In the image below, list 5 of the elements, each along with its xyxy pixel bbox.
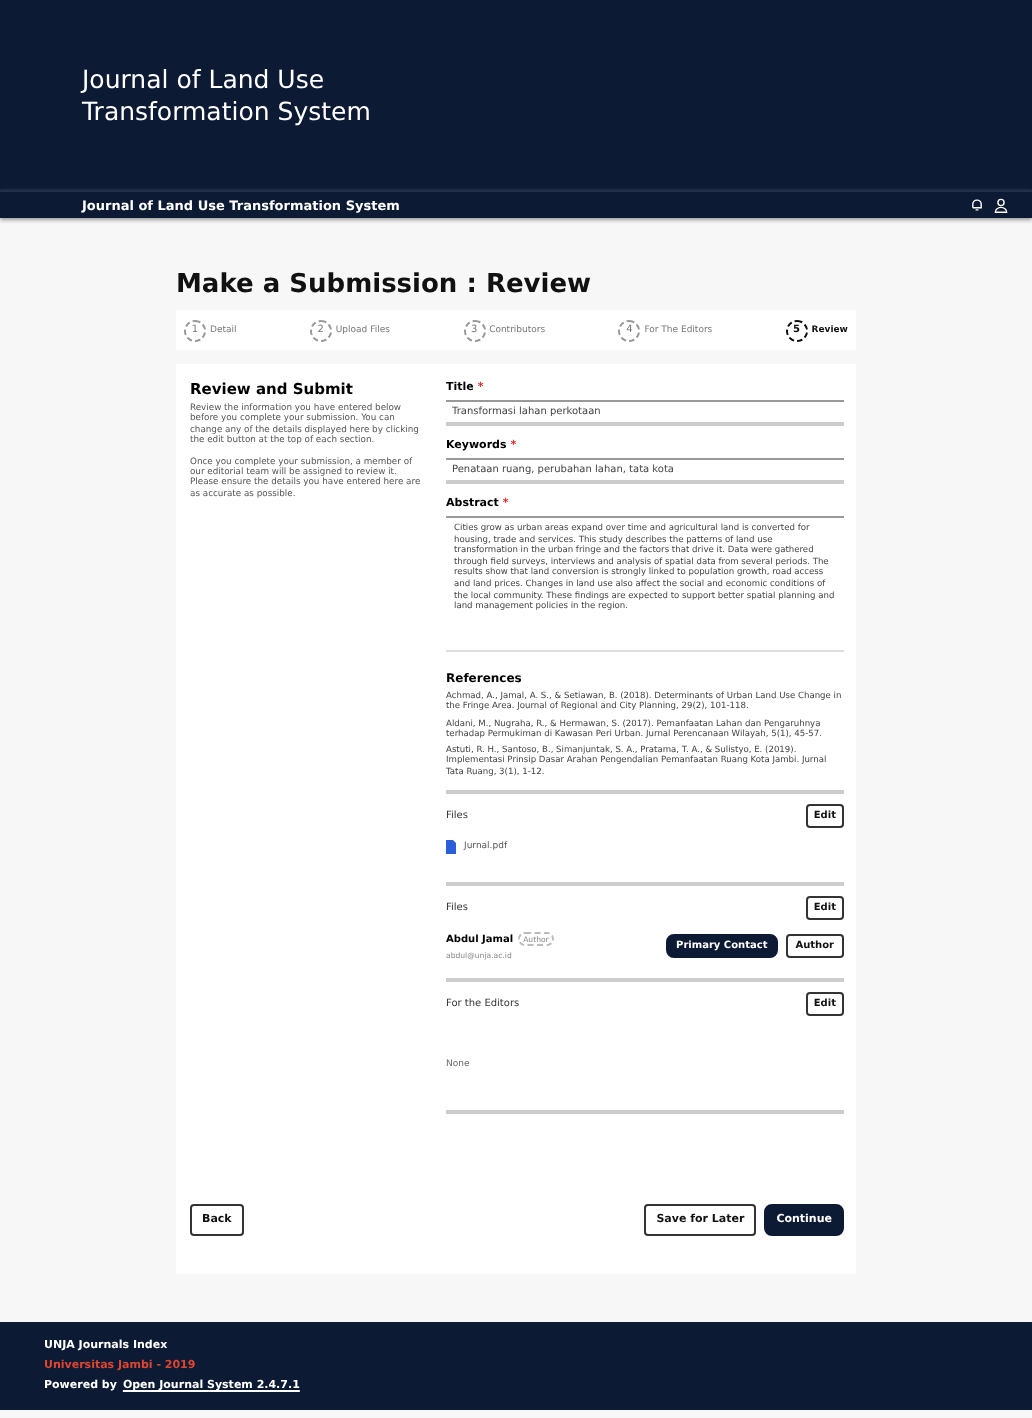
file-icon: [446, 840, 456, 855]
bell-icon[interactable]: [970, 197, 984, 211]
site-title[interactable]: Journal of Land Use Transformation System: [82, 63, 422, 127]
page-title: Make a Submission : Review: [176, 270, 594, 300]
user-icon[interactable]: [994, 197, 1008, 213]
